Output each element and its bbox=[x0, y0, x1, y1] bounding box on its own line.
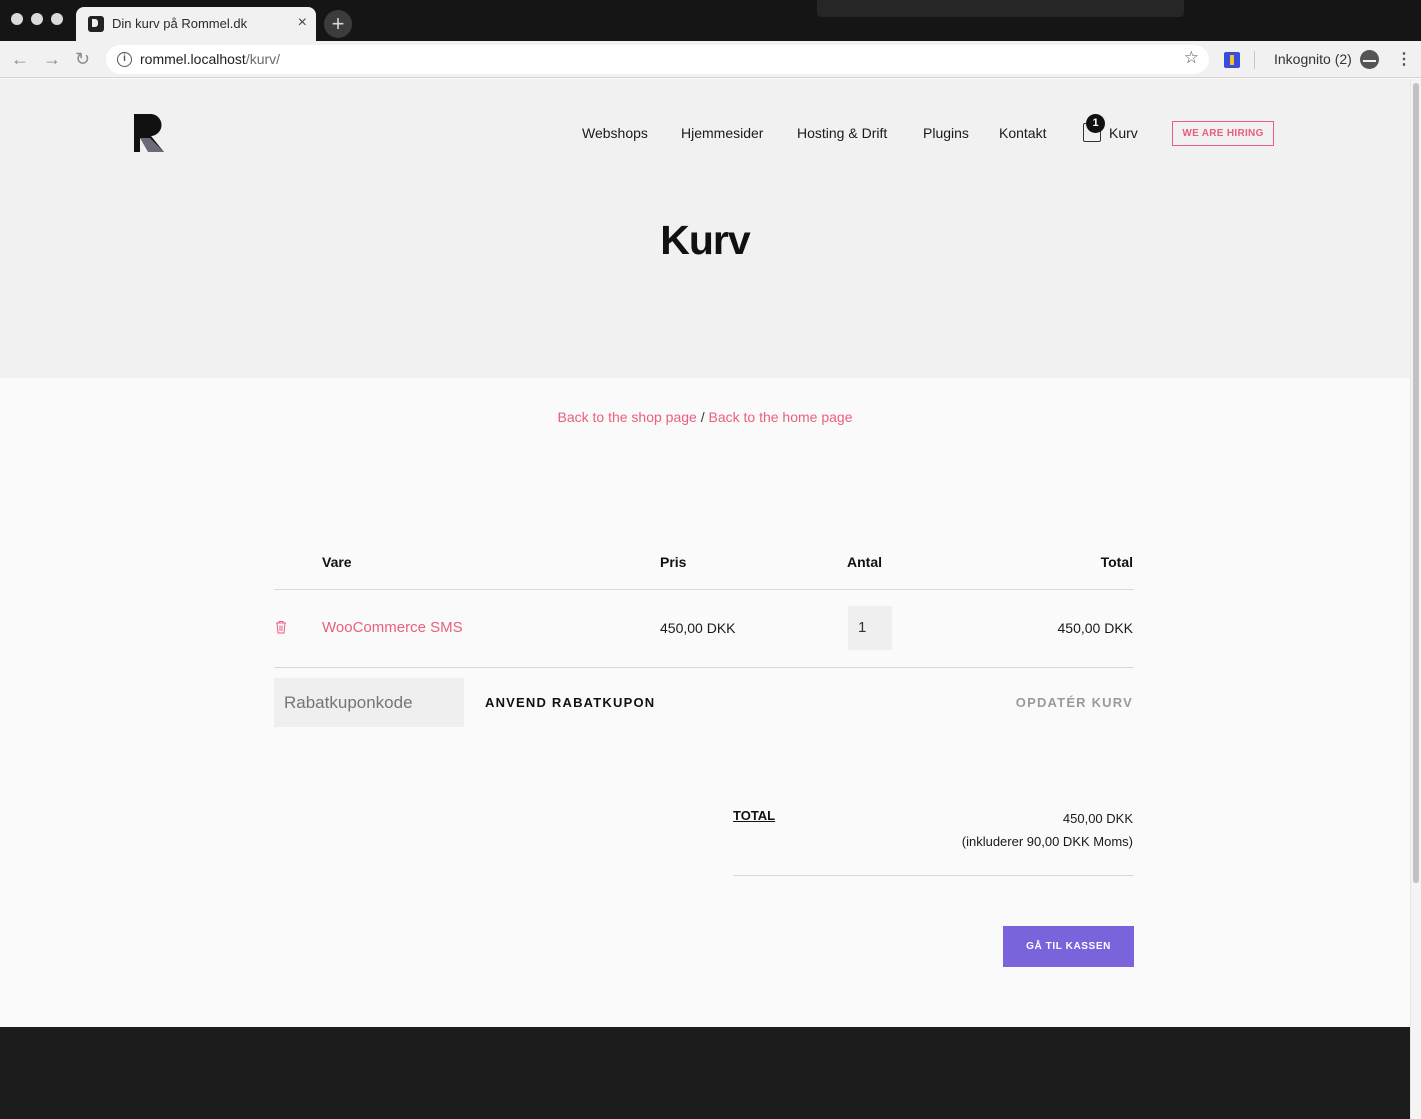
incognito-icon[interactable] bbox=[1360, 50, 1379, 69]
hero-section: Webshops Hjemmesider Hosting & Drift Plu… bbox=[0, 79, 1410, 378]
product-price: 450,00 DKK bbox=[660, 620, 736, 636]
page-content: Webshops Hjemmesider Hosting & Drift Plu… bbox=[0, 79, 1410, 1119]
column-header-price: Pris bbox=[660, 554, 687, 570]
cart-count-badge: 1 bbox=[1086, 114, 1105, 133]
total-value: 450,00 DKK bbox=[1062, 811, 1133, 826]
nav-plugins[interactable]: Plugins bbox=[923, 125, 969, 141]
table-row-divider bbox=[274, 667, 1134, 668]
url-host: rommel.localhost bbox=[140, 51, 246, 67]
nav-kontakt[interactable]: Kontakt bbox=[999, 125, 1046, 141]
nav-hosting-drift[interactable]: Hosting & Drift bbox=[797, 125, 887, 141]
coupon-code-input[interactable] bbox=[274, 678, 464, 727]
page-title: Kurv bbox=[660, 217, 750, 263]
site-info-icon[interactable]: i bbox=[117, 52, 132, 67]
back-to-home-link[interactable]: Back to the home page bbox=[709, 409, 853, 425]
window-zoom-dot[interactable] bbox=[51, 13, 63, 25]
we-are-hiring-button[interactable]: WE ARE HIRING bbox=[1172, 121, 1274, 146]
totals-divider bbox=[733, 875, 1134, 876]
column-header-product: Vare bbox=[322, 554, 352, 570]
quantity-input[interactable]: 1 bbox=[848, 606, 892, 650]
browser-tabstrip: Din kurv på Rommel.dk × + bbox=[0, 0, 1421, 41]
table-header-divider bbox=[274, 589, 1134, 590]
tab-title: Din kurv på Rommel.dk bbox=[112, 16, 248, 31]
product-name-link[interactable]: WooCommerce SMS bbox=[322, 619, 463, 636]
extension-icon[interactable] bbox=[1224, 52, 1240, 68]
url-path: /kurv/ bbox=[245, 51, 281, 67]
window-close-dot[interactable] bbox=[11, 13, 23, 25]
page-scrollbar[interactable] bbox=[1410, 79, 1421, 1119]
browser-toolbar: ← → ↻ i rommel.localhost/kurv/ ☆ Inkogni… bbox=[0, 41, 1421, 78]
total-label: TOTAL bbox=[733, 808, 776, 823]
nav-webshops[interactable]: Webshops bbox=[582, 125, 648, 141]
url-text: rommel.localhost/kurv/ bbox=[140, 51, 280, 67]
tab-hover-overlay bbox=[817, 0, 1184, 17]
nav-cart[interactable]: Kurv bbox=[1109, 125, 1138, 141]
update-cart-button[interactable]: OPDATÉR KURV bbox=[1016, 695, 1133, 710]
column-header-quantity: Antal bbox=[847, 554, 882, 570]
link-separator: / bbox=[700, 409, 705, 425]
column-header-total: Total bbox=[1100, 554, 1133, 570]
new-tab-button[interactable]: + bbox=[324, 10, 352, 38]
favicon-icon bbox=[88, 16, 104, 32]
site-footer bbox=[0, 1027, 1410, 1119]
address-bar[interactable]: i rommel.localhost/kurv/ ☆ bbox=[106, 45, 1209, 74]
bookmark-star-icon[interactable]: ☆ bbox=[1184, 48, 1199, 68]
tab-close-icon[interactable]: × bbox=[298, 14, 307, 32]
browser-menu-icon[interactable]: ⋮ bbox=[1396, 49, 1412, 69]
reload-icon[interactable]: ↻ bbox=[75, 48, 90, 70]
toolbar-divider bbox=[1254, 51, 1255, 69]
remove-item-trash-icon[interactable] bbox=[275, 620, 287, 634]
rommel-logo-icon[interactable] bbox=[134, 114, 164, 152]
proceed-to-checkout-button[interactable]: GÅ TIL KASSEN bbox=[1003, 926, 1134, 967]
back-to-shop-link[interactable]: Back to the shop page bbox=[558, 409, 697, 425]
apply-coupon-button[interactable]: ANVEND RABATKUPON bbox=[485, 695, 655, 710]
nav-hjemmesider[interactable]: Hjemmesider bbox=[681, 125, 763, 141]
scrollbar-thumb[interactable] bbox=[1413, 83, 1419, 883]
tax-note: (inkluderer 90,00 DKK Moms) bbox=[961, 834, 1133, 849]
forward-arrow-icon[interactable]: → bbox=[43, 48, 61, 70]
back-arrow-icon[interactable]: ← bbox=[11, 48, 29, 70]
incognito-label[interactable]: Inkognito (2) bbox=[1274, 51, 1352, 67]
back-links: Back to the shop page / Back to the home… bbox=[0, 409, 1410, 425]
browser-tab[interactable]: Din kurv på Rommel.dk × bbox=[76, 7, 316, 41]
window-minimize-dot[interactable] bbox=[31, 13, 43, 25]
product-subtotal: 450,00 DKK bbox=[1057, 620, 1134, 636]
